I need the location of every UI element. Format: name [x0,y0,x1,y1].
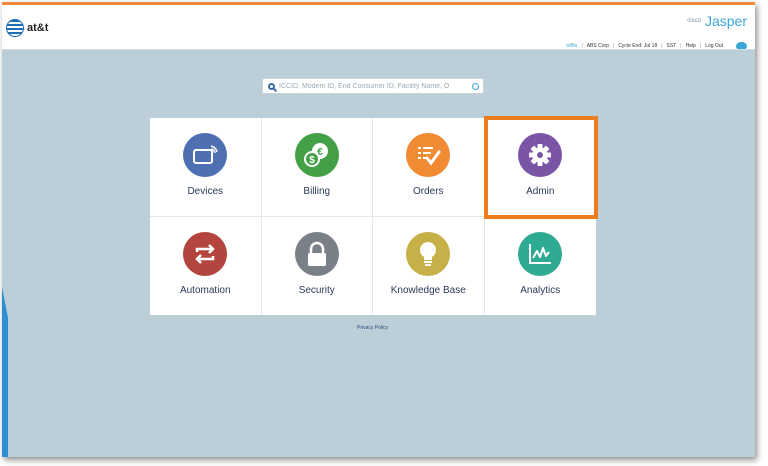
admin-circle [518,133,563,177]
privacy-policy-link[interactable]: Privacy Policy [357,325,388,331]
tile-admin[interactable]: Admin [484,118,596,217]
tile-knowledge-base[interactable]: Knowledge Base [373,216,485,315]
knowledge-base-circle [406,231,451,276]
tile-automation[interactable]: Automation [150,216,262,315]
tile-label: Billing [303,186,331,197]
cycle-end-text: Cycle End: Jul 18 [618,43,658,49]
jasper-brand: cisco Jasper [687,13,747,29]
att-globe-icon [6,19,24,37]
tile-label: Admin [526,186,555,197]
app-frame: at&t cisco Jasper inBlu | ABS Corp | Cyc… [2,2,755,457]
analytics-circle [518,231,563,276]
top-bar: at&t cisco Jasper inBlu | ABS Corp | Cyc… [2,2,755,50]
automation-circle [183,231,228,276]
tile-billing[interactable]: € $ Billing [261,118,373,217]
cisco-logo: cisco [687,18,701,24]
analytics-chart-icon [529,243,552,264]
lock-icon [307,241,326,266]
global-search [262,78,484,94]
tile-label: Knowledge Base [390,284,466,296]
security-circle [294,231,339,276]
user-nav: inBlu | ABS Corp | Cycle End: Jul 18 | S… [566,43,723,49]
module-grid: Devices € $ Billing Orders Admin Automat… [150,118,596,315]
tile-orders[interactable]: Orders [373,118,485,217]
att-logo[interactable]: at&t [6,19,48,37]
billing-circle: € $ [294,133,339,177]
cloud-icon[interactable] [736,42,747,49]
logo-text: at&t [27,22,49,34]
tile-label: Analytics [520,284,561,296]
device-card-icon [193,145,218,164]
tile-analytics[interactable]: Analytics [485,217,597,316]
tile-label: Orders [412,186,444,197]
tile-label: Devices [187,186,224,197]
username-link[interactable]: inBlu [566,43,577,49]
tile-devices[interactable]: Devices [150,118,262,217]
lightbulb-icon [420,241,437,266]
jasper-logo: Jasper [704,13,747,29]
account-link[interactable]: ABS Corp [587,43,609,49]
orders-circle [406,133,451,177]
svg-text:$: $ [309,155,315,166]
logout-link[interactable]: Log Out [705,43,723,49]
devices-circle [183,133,228,177]
gear-icon [529,144,552,166]
search-icon [268,82,275,90]
side-accent [2,287,8,457]
automation-arrows-icon [195,243,216,264]
tile-security[interactable]: Security [262,216,373,315]
search-input[interactable] [279,82,472,90]
help-link[interactable]: Help [686,43,696,49]
tile-label: Automation [179,284,231,296]
billing-coins-icon: € $ [303,143,328,167]
orders-checklist-icon [418,147,441,166]
tile-label: Security [298,284,335,296]
timezone-text: SST [666,43,677,49]
search-options-icon[interactable] [472,82,479,90]
